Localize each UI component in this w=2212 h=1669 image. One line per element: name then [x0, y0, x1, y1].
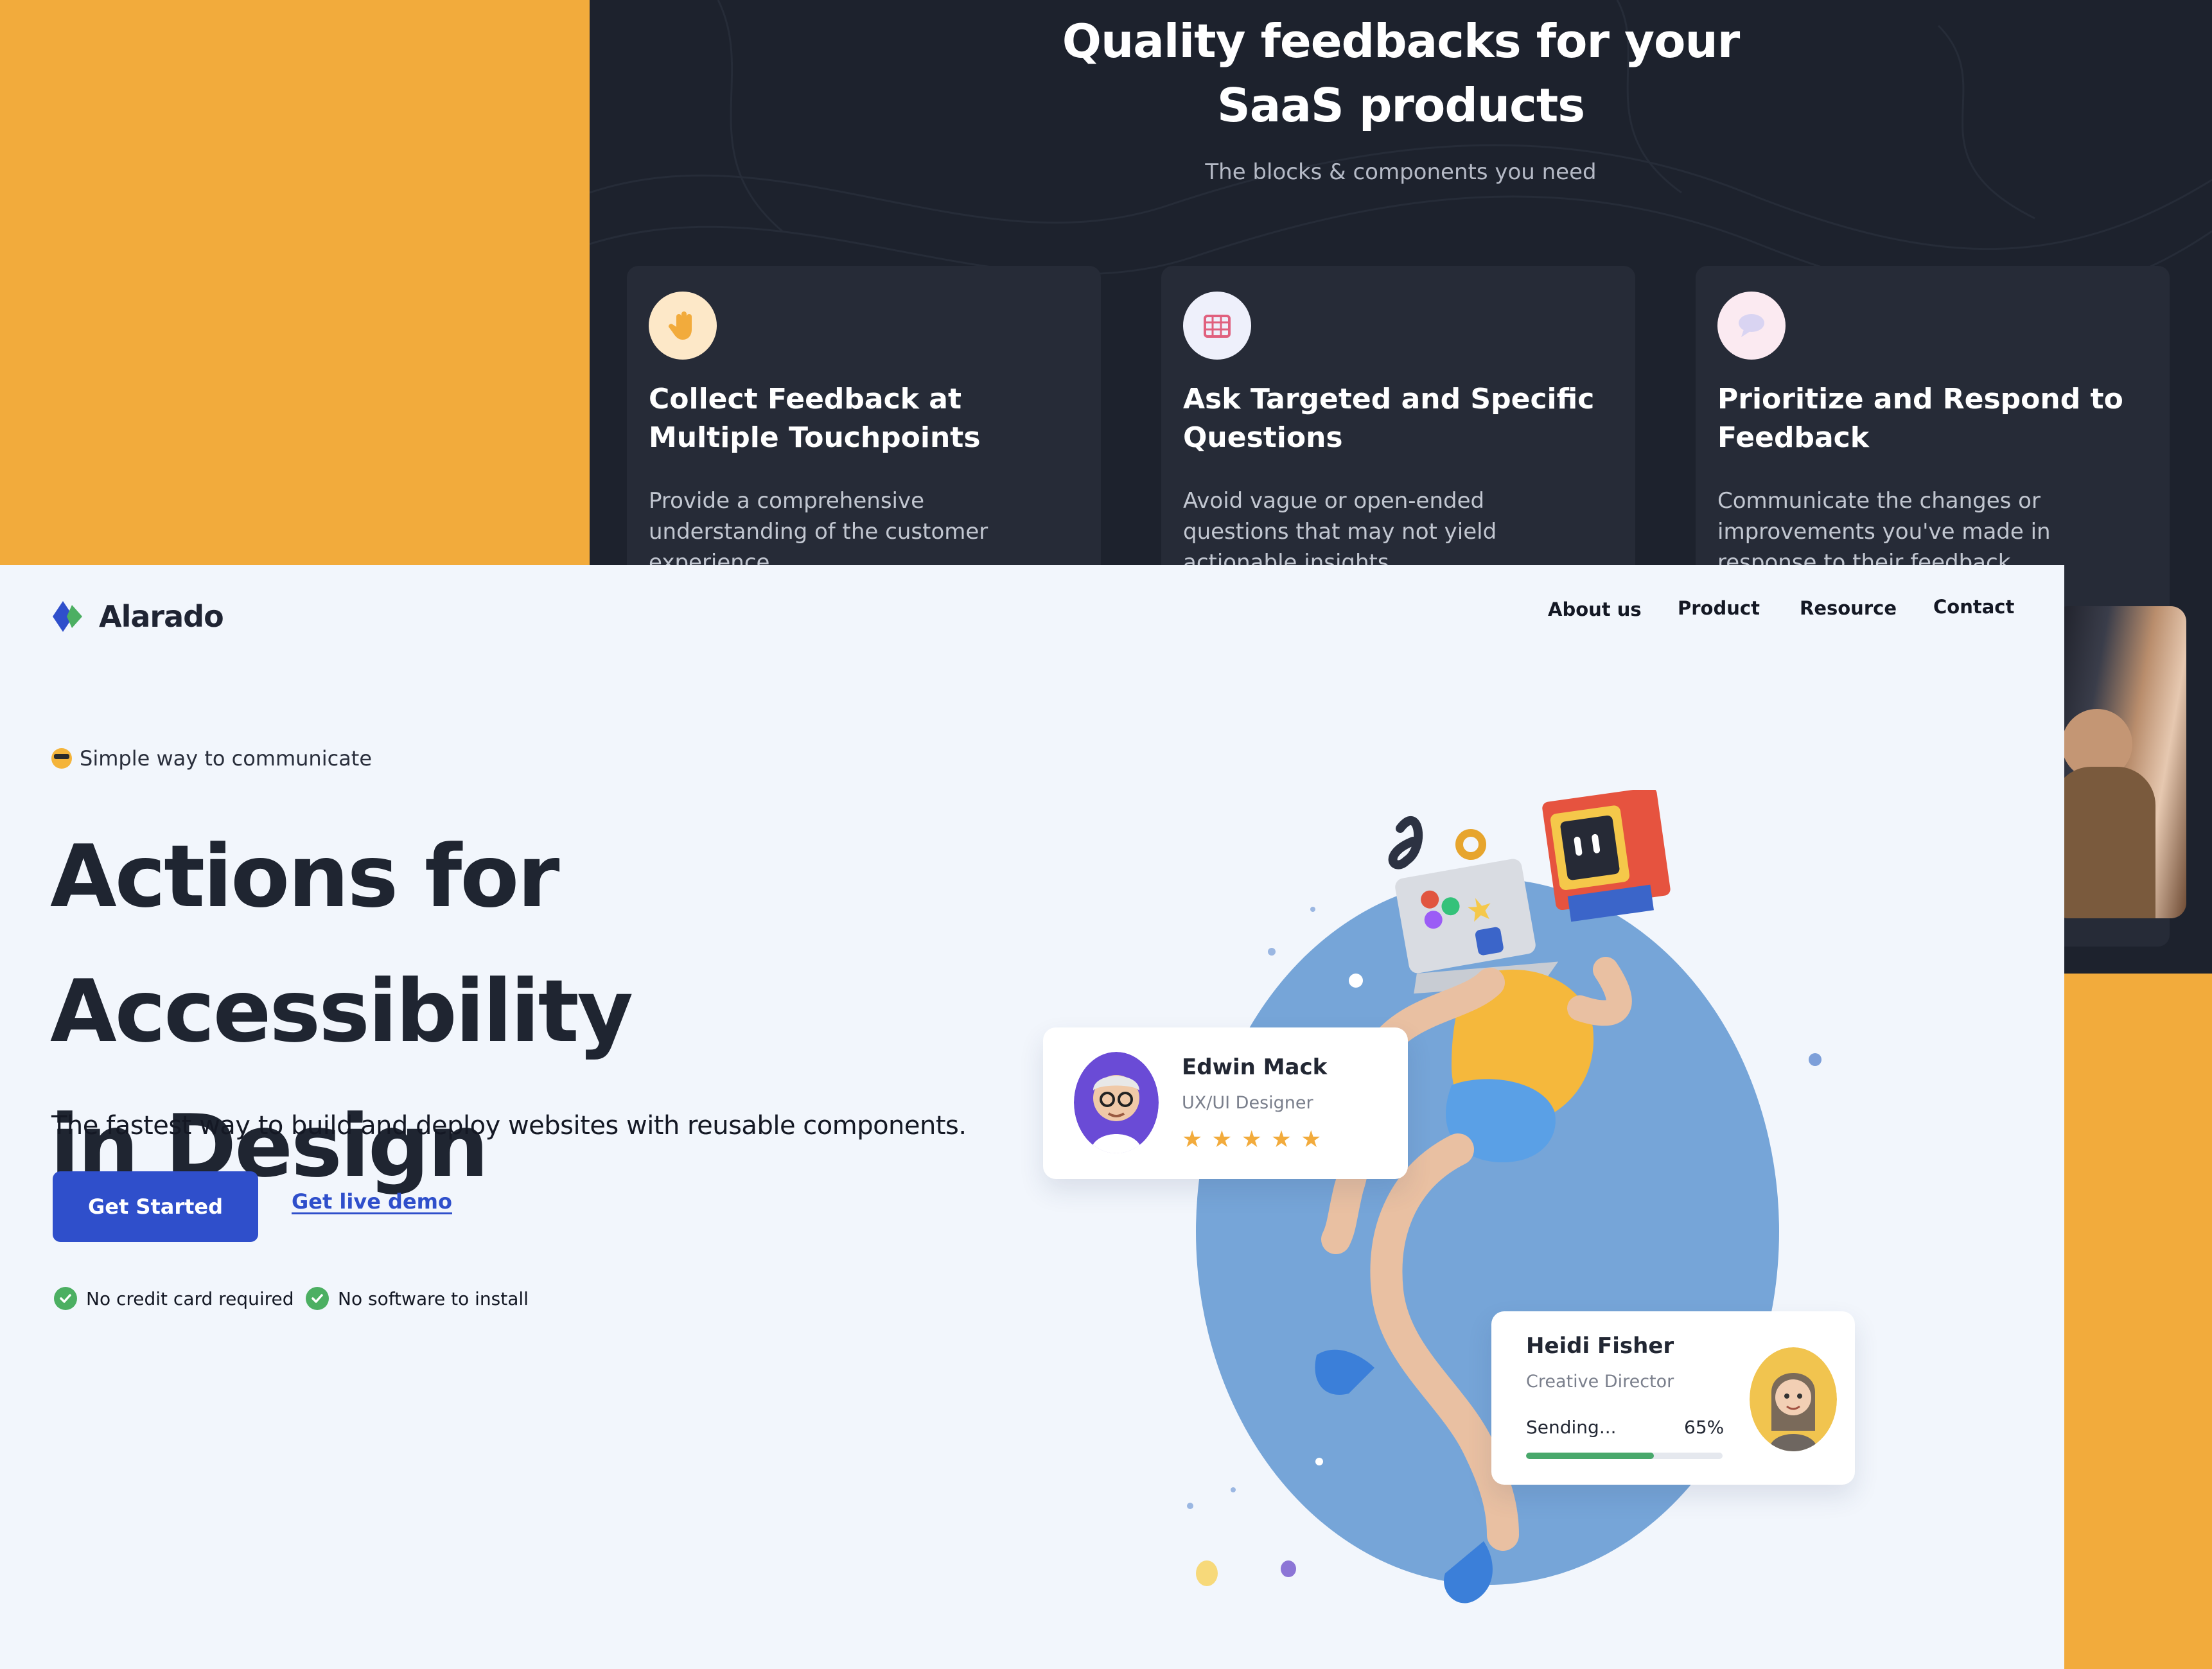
upload-name: Heidi Fisher [1526, 1333, 1674, 1359]
hero-illustration: Edwin Mack UX/UI Designer ★ ★ ★ ★ ★ Heid… [1028, 771, 1940, 1669]
team-photo [2053, 606, 2186, 918]
check-circle-icon [306, 1287, 329, 1310]
check-text: No credit card required [86, 1288, 294, 1309]
check-circle-icon [54, 1287, 77, 1310]
star-icon: ★ [1270, 1126, 1292, 1152]
section-title-line2: SaaS products [1216, 78, 1585, 132]
hero-tagline: Simple way to communicate [51, 746, 372, 771]
feature-title: Collect Feedback at Multiple Touchpoints [649, 383, 981, 454]
progress-percent: 65% [1684, 1417, 1725, 1438]
progress-fill [1526, 1453, 1654, 1459]
front-screen: Alarado About us Product Resource Contac… [0, 565, 2064, 1669]
headline-line1: Actions for Accessibility [50, 826, 633, 1062]
check-item: No software to install [306, 1287, 529, 1310]
rating-stars: ★ ★ ★ ★ ★ [1182, 1128, 1321, 1151]
star-icon: ★ [1182, 1126, 1203, 1152]
star-icon: ★ [1241, 1126, 1262, 1152]
brand-name: Alarado [99, 599, 224, 634]
character-3d-art [1315, 790, 1671, 1603]
section-title: Quality feedbacks for your SaaS products [590, 9, 2212, 137]
check-item: No credit card required [54, 1287, 294, 1310]
hand-icon [649, 292, 717, 360]
section-subtitle: The blocks & components you need [1205, 159, 1597, 185]
nav-about-us[interactable]: About us [1548, 599, 1642, 620]
star-icon: ★ [1301, 1126, 1322, 1152]
sunglasses-emoji-icon [51, 748, 72, 769]
calendar-grid-icon [1183, 292, 1251, 360]
nav-resource[interactable]: Resource [1800, 597, 1897, 619]
chat-bubble-icon [1717, 292, 1786, 360]
diamond-logo-icon [53, 601, 82, 632]
get-live-demo-link[interactable]: Get live demo [292, 1189, 452, 1214]
feature-description: Provide a comprehensive understanding of… [649, 488, 988, 575]
feature-description: Communicate the changes or improvements … [1717, 488, 2051, 575]
profile-role: UX/UI Designer [1182, 1093, 1313, 1113]
hero-headline: Actions for Accessibility in Design [50, 809, 1014, 1214]
upload-card: Heidi Fisher Creative Director Sending..… [1491, 1311, 1855, 1485]
brand-logo[interactable]: Alarado [50, 599, 224, 634]
progress-bar [1526, 1453, 1723, 1459]
progress-status: Sending... [1526, 1417, 1617, 1438]
tagline-text: Simple way to communicate [80, 746, 373, 771]
hero-lead: The fastest way to build and deploy webs… [51, 1111, 967, 1140]
nav-contact[interactable]: Contact [1933, 596, 2014, 618]
avatar [1750, 1347, 1837, 1451]
feature-description: Avoid vague or open-ended questions that… [1183, 488, 1497, 575]
feature-title: Prioritize and Respond to Feedback [1717, 383, 2123, 454]
avatar [1074, 1052, 1159, 1153]
profile-card: Edwin Mack UX/UI Designer ★ ★ ★ ★ ★ [1043, 1027, 1408, 1179]
star-icon: ★ [1211, 1126, 1233, 1152]
profile-name: Edwin Mack [1182, 1054, 1328, 1080]
section-title-line1: Quality feedbacks for your [1062, 14, 1741, 68]
upload-role: Creative Director [1526, 1372, 1674, 1392]
nav-product[interactable]: Product [1678, 597, 1760, 619]
feature-title: Ask Targeted and Specific Questions [1183, 383, 1595, 454]
get-started-button[interactable]: Get Started [53, 1171, 258, 1242]
check-text: No software to install [338, 1288, 529, 1309]
